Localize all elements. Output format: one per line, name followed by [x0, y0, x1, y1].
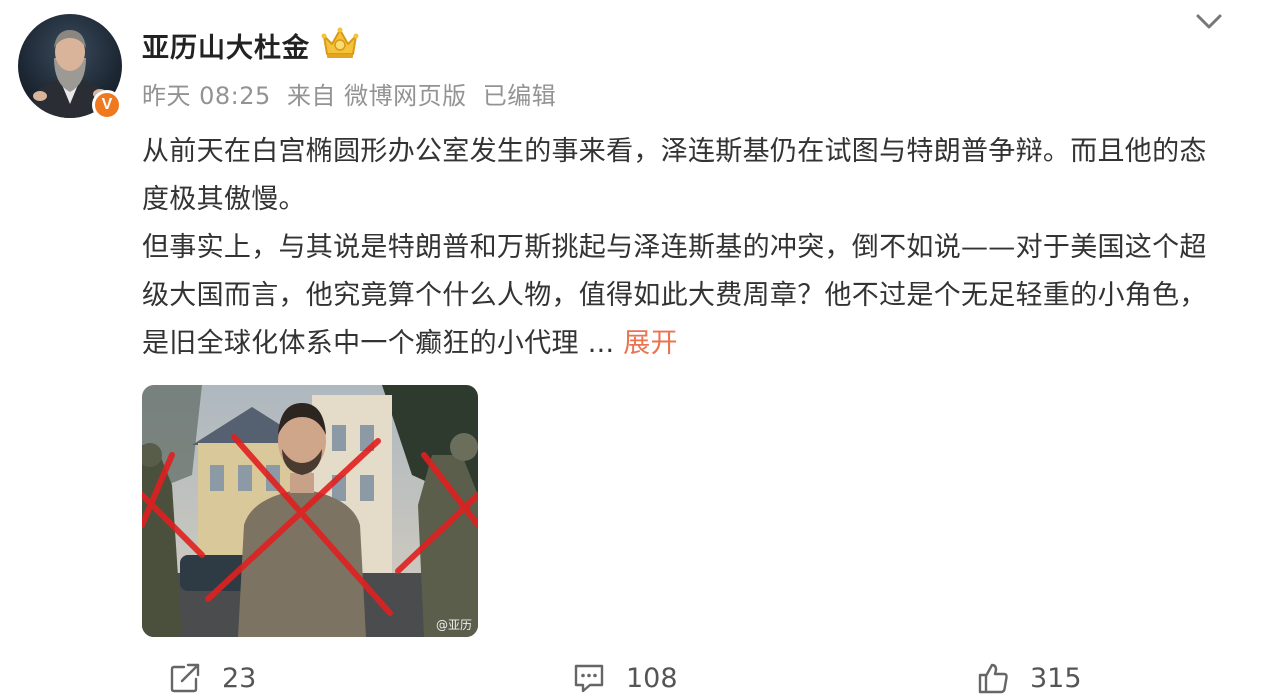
photo-illustration: [142, 385, 478, 637]
share-icon: [170, 663, 200, 693]
post-time[interactable]: 昨天 08:25: [142, 82, 271, 110]
verified-v-badge-icon: V: [92, 90, 122, 120]
repost-button[interactable]: 23: [168, 658, 256, 698]
post-text: 从前天在白宫椭圆形办公室发生的事来看，泽连斯基仍在试图与特朗普争辩。而且他的态度…: [142, 128, 1222, 368]
username[interactable]: 亚历山大杜金: [142, 26, 310, 65]
crown-icon[interactable]: [320, 26, 360, 60]
weibo-post: V 亚历山大杜金 昨天 08:25 来自 微博网页版 已编辑 从前天在白宫椭圆形…: [0, 0, 1266, 698]
repost-count: 23: [222, 662, 257, 694]
comment-count: 108: [626, 662, 678, 694]
thumbs-up-icon: [978, 663, 1008, 694]
post-source: 来自 微博网页版: [286, 82, 467, 110]
comment-button[interactable]: 108: [572, 658, 678, 698]
comment-icon: [574, 664, 604, 693]
ellipsis: ...: [578, 328, 615, 359]
like-button[interactable]: 315: [976, 658, 1082, 698]
expand-link[interactable]: 展开: [623, 328, 678, 359]
post-paragraph: 但事实上，与其说是特朗普和万斯挑起与泽连斯基的冲突，倒不如说——对于美国这个超级…: [142, 224, 1222, 368]
image-watermark: @亚历: [435, 618, 472, 632]
post-image[interactable]: @亚历: [142, 385, 478, 637]
chevron-down-icon[interactable]: [1192, 10, 1226, 34]
like-count: 315: [1030, 662, 1082, 694]
post-meta: 昨天 08:25 来自 微博网页版 已编辑: [142, 76, 564, 111]
edited-label[interactable]: 已编辑: [483, 82, 557, 110]
post-paragraph: 从前天在白宫椭圆形办公室发生的事来看，泽连斯基仍在试图与特朗普争辩。而且他的态度…: [142, 136, 1207, 215]
